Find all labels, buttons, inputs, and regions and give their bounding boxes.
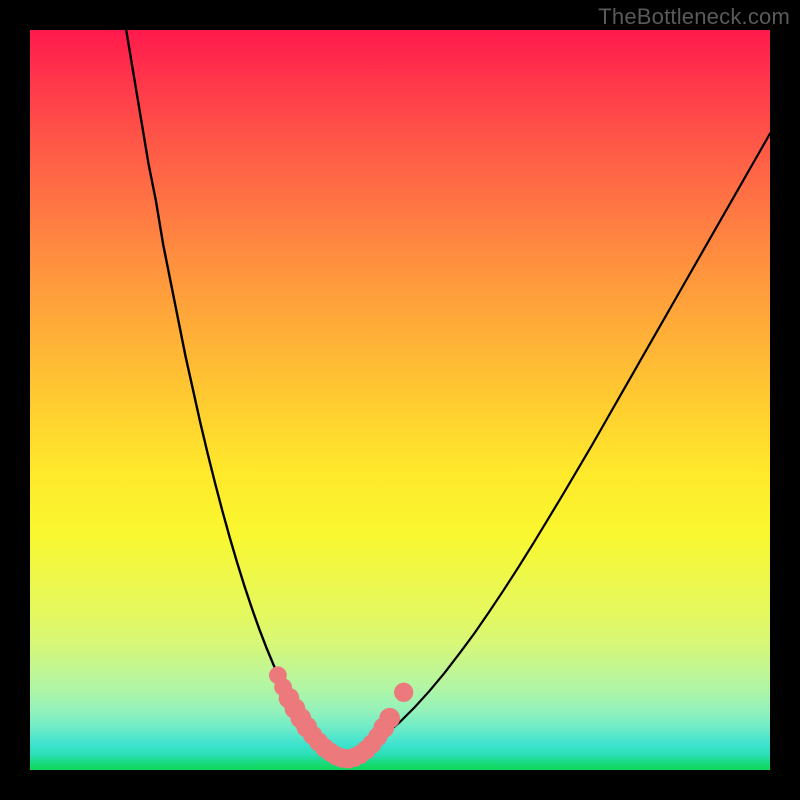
trough-marker bbox=[394, 683, 413, 702]
chart-container: TheBottleneck.com bbox=[0, 0, 800, 800]
right-curve bbox=[341, 134, 770, 759]
trough-markers bbox=[269, 666, 413, 768]
watermark-text: TheBottleneck.com bbox=[598, 4, 790, 30]
curve-layer bbox=[30, 30, 770, 770]
plot-area bbox=[30, 30, 770, 770]
left-curve bbox=[126, 30, 341, 759]
trough-marker bbox=[379, 708, 400, 729]
